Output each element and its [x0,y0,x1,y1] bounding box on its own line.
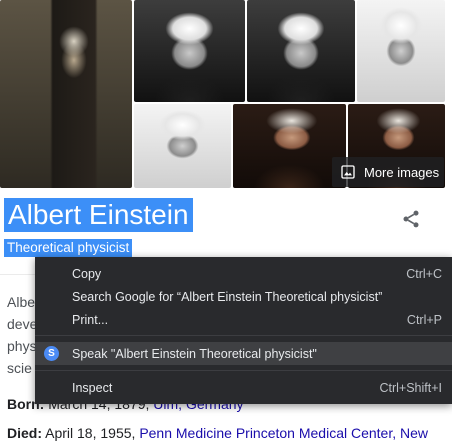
menu-item-speak[interactable]: S Speak "Albert Einstein Theoretical phy… [35,342,452,365]
more-images-button[interactable]: More images [332,157,444,187]
image-icon [341,165,355,179]
speak-extension-icon: S [44,346,59,361]
share-button[interactable] [398,206,424,232]
menu-separator [35,370,452,371]
entity-subtitle: Theoretical physicist [7,240,130,255]
fact-died: Died: April 18, 1955, Penn Medicine Prin… [7,425,428,441]
menu-item-print-label: Print... [72,312,109,327]
menu-item-inspect[interactable]: Inspect Ctrl+Shift+I [35,376,452,399]
image-thumb-3[interactable] [357,0,445,102]
menu-item-copy[interactable]: Copy Ctrl+C [35,262,452,285]
menu-item-copy-label: Copy [72,266,102,281]
subtitle-selection: Theoretical physicist [4,239,133,257]
menu-item-search-google[interactable]: Search Google for “Albert Einstein Theor… [35,285,452,308]
menu-separator [35,335,452,336]
menu-item-inspect-shortcut: Ctrl+Shift+I [379,380,442,395]
fact-died-text: April 18, 1955, [45,425,136,441]
menu-item-speak-label: Speak "Albert Einstein Theoretical physi… [72,346,317,361]
fact-died-label: Died: [7,425,42,441]
entity-title: Albert Einstein [8,199,189,230]
title-selection: Albert Einstein [4,198,193,232]
image-main[interactable] [0,0,132,188]
menu-item-print-shortcut: Ctrl+P [406,312,442,327]
menu-item-print[interactable]: Print... Ctrl+P [35,308,452,331]
menu-item-inspect-label: Inspect [72,380,113,395]
menu-item-copy-shortcut: Ctrl+C [406,266,442,281]
share-icon [403,210,419,228]
context-menu: Copy Ctrl+C Search Google for “Albert Ei… [35,257,452,404]
fact-died-link[interactable]: Penn Medicine Princeton Medical Center, … [139,425,428,441]
image-thumb-5[interactable] [233,104,346,188]
more-images-label: More images [364,164,440,180]
image-thumb-4[interactable] [134,104,231,188]
image-thumb-1[interactable] [134,0,245,102]
menu-item-search-label: Search Google for “Albert Einstein Theor… [72,289,383,304]
image-thumb-2[interactable] [247,0,355,102]
